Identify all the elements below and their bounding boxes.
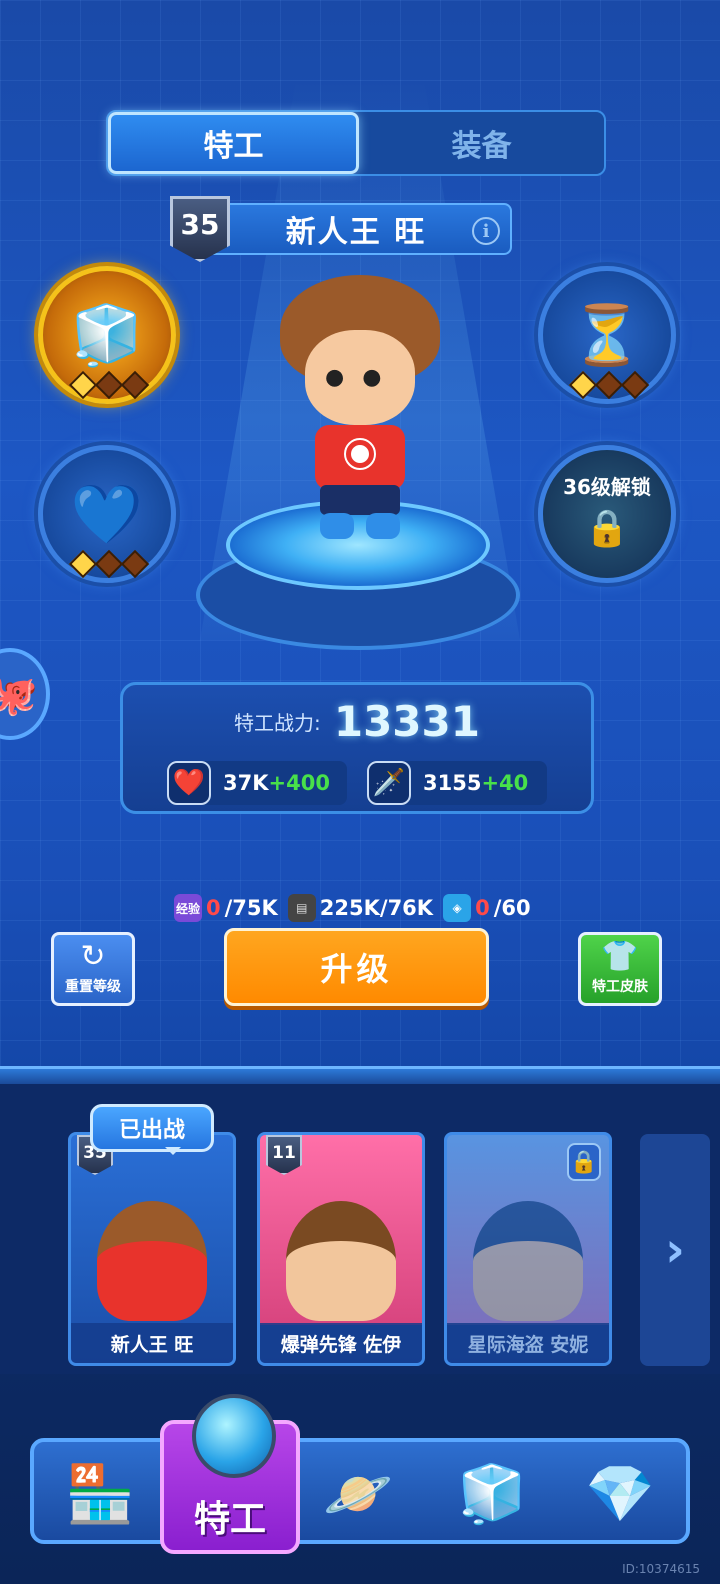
shop-icon: 🏪 bbox=[65, 1462, 135, 1527]
agent-card-locked[interactable]: 🔒 星际海盗 安妮 bbox=[444, 1132, 612, 1366]
unlock-requirement: 36级解锁 bbox=[563, 475, 651, 499]
tab-equipment[interactable]: 装备 bbox=[359, 112, 604, 174]
skill-slot-locked[interactable]: 36级解锁 🔒 bbox=[538, 445, 676, 583]
chip-cost: ◈ 0/60 bbox=[443, 894, 531, 922]
star-filled-icon bbox=[568, 370, 598, 400]
attack-stat: 🗡️ 3155+40 bbox=[367, 761, 547, 805]
cash-icon: ▤ bbox=[287, 894, 316, 922]
cash-cost: ▤ 225K/76K bbox=[287, 894, 434, 922]
nav-cube[interactable]: 🧊 bbox=[444, 1448, 540, 1540]
nav-agent-label: 特工 bbox=[193, 1499, 266, 1540]
exp-icon: 经验 bbox=[174, 894, 202, 922]
agent-card-name: 新人王 旺 bbox=[71, 1323, 233, 1363]
skill-stars bbox=[68, 370, 150, 400]
upgrade-button[interactable]: 升级 bbox=[224, 928, 489, 1006]
deployed-badge: 已出战 bbox=[90, 1104, 214, 1155]
chip-icon: ◈ bbox=[443, 894, 472, 922]
gem-card-icon: 💎 bbox=[585, 1462, 655, 1527]
agent-icon bbox=[192, 1394, 276, 1478]
skill-stars bbox=[68, 549, 150, 579]
chevron-right-icon[interactable]: › bbox=[640, 1134, 710, 1366]
nav-gem-card[interactable]: 💎 bbox=[572, 1448, 668, 1540]
footer-id: ID:10374615 bbox=[622, 1562, 700, 1576]
exp-required: /75K bbox=[224, 896, 278, 920]
lock-icon: 🔒 bbox=[584, 508, 630, 549]
hp-bonus: +400 bbox=[268, 771, 330, 795]
blue-cubes-icon: 🧊 bbox=[70, 301, 144, 369]
exp-current: 0 bbox=[206, 896, 221, 920]
heart-icon: ❤️ bbox=[167, 761, 211, 805]
agent-card[interactable]: 35 新人王 旺 bbox=[68, 1132, 236, 1366]
nav-agent[interactable]: 特工 bbox=[160, 1394, 300, 1554]
info-icon[interactable]: i bbox=[472, 217, 500, 245]
cash-value: 225K/76K bbox=[319, 896, 434, 920]
skill-slot-cubes[interactable]: 🧊 bbox=[38, 266, 176, 404]
golden-hourglass-icon: ⏳ bbox=[570, 301, 644, 369]
tab-agent[interactable]: 特工 bbox=[108, 112, 359, 174]
reset-level-button[interactable]: ↻ 重置等级 bbox=[51, 932, 135, 1006]
section-divider bbox=[0, 1066, 720, 1084]
star-filled-icon bbox=[68, 370, 98, 400]
agent-name: 新人王 旺 bbox=[285, 215, 427, 250]
agent-portrait bbox=[473, 1201, 583, 1321]
hp-stat: ❤️ 37K+400 bbox=[167, 761, 347, 805]
agent-skin-label: 特工皮肤 bbox=[592, 979, 648, 995]
star-empty-icon bbox=[94, 549, 124, 579]
power-label: 特工战力: bbox=[234, 711, 321, 735]
nav-planet[interactable]: 🪐 bbox=[310, 1448, 406, 1540]
refresh-icon: ↻ bbox=[80, 939, 106, 974]
star-filled-icon bbox=[68, 549, 98, 579]
star-empty-icon bbox=[620, 370, 650, 400]
skill-slot-hourglass[interactable]: ⏳ bbox=[538, 266, 676, 404]
sword-icon: 🗡️ bbox=[367, 761, 411, 805]
attack-bonus: +40 bbox=[481, 771, 529, 795]
agent-character-model[interactable]: ●● bbox=[270, 275, 450, 545]
hp-value: 37K bbox=[223, 771, 269, 795]
lock-icon: 🔒 bbox=[567, 1143, 601, 1181]
agent-name-bar: 新人王 旺 i bbox=[200, 203, 512, 255]
agent-portrait bbox=[97, 1201, 207, 1321]
power-row: 特工战力: 13331 bbox=[123, 697, 591, 746]
cube-hearts-icon: 💙 bbox=[70, 480, 144, 548]
power-value: 13331 bbox=[333, 697, 480, 746]
agent-skin-button[interactable]: 👕 特工皮肤 bbox=[578, 932, 662, 1006]
nav-shop[interactable]: 🏪 bbox=[52, 1448, 148, 1540]
agent-stats-panel: 特工战力: 13331 ❤️ 37K+400 🗡️ 3155+40 bbox=[120, 682, 594, 814]
star-empty-icon bbox=[594, 370, 624, 400]
planet-icon: 🪐 bbox=[323, 1462, 393, 1527]
tab-bar: 特工 装备 bbox=[106, 110, 606, 176]
upgrade-cost-row: 经验 0/75K ▤ 225K/76K ◈ 0/60 bbox=[174, 890, 531, 926]
chip-required: /60 bbox=[493, 896, 531, 920]
shirt-icon: 👕 bbox=[601, 939, 639, 974]
agent-card-name: 爆弹先锋 佐伊 bbox=[260, 1323, 422, 1363]
skill-slot-cube-hearts[interactable]: 💙 bbox=[38, 445, 176, 583]
skill-stars bbox=[568, 370, 650, 400]
octopus-icon: 🐙 bbox=[0, 671, 38, 718]
cube-icon: 🧊 bbox=[457, 1462, 527, 1527]
attack-value: 3155 bbox=[423, 771, 482, 795]
star-empty-icon bbox=[94, 370, 124, 400]
agent-card-name: 星际海盗 安妮 bbox=[447, 1323, 609, 1363]
reset-level-label: 重置等级 bbox=[65, 979, 121, 995]
star-empty-icon bbox=[120, 549, 150, 579]
bottom-nav: 🏪 🪐 🧊 💎 bbox=[30, 1438, 690, 1544]
exp-cost: 经验 0/75K bbox=[174, 894, 278, 922]
chip-current: 0 bbox=[475, 896, 490, 920]
agent-card[interactable]: 11 爆弹先锋 佐伊 bbox=[257, 1132, 425, 1366]
agent-portrait bbox=[286, 1201, 396, 1321]
star-empty-icon bbox=[120, 370, 150, 400]
